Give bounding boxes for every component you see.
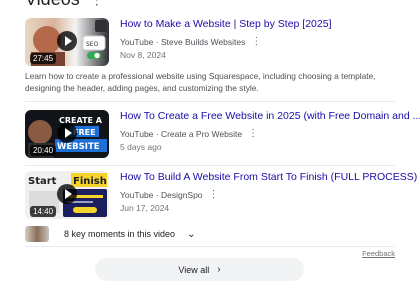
video-result-3[interactable]: Start Finish 14:40 How To Build A Websit… (25, 171, 417, 219)
videos-section-header: Videos ⋮ (25, 0, 104, 10)
feedback-link[interactable]: Feedback (362, 249, 395, 258)
video-date: Nov 8, 2024 (120, 50, 166, 60)
video-title-link[interactable]: How To Build A Website From Start To Fin… (120, 171, 417, 183)
video-thumbnail[interactable]: CREATE A FREE WEBSITE 20:40 (25, 110, 109, 158)
divider (25, 101, 395, 102)
video-title-link[interactable]: How to Make a Website | Step by Step [20… (120, 18, 331, 30)
video-source: YouTube · Steve Builds Websites ⋮ (120, 36, 261, 47)
chevron-down-icon[interactable]: ⌄ (187, 229, 195, 240)
video-thumbnail[interactable]: SEO 27:45 (25, 18, 109, 66)
video-date: 5 days ago (120, 142, 162, 152)
duration-badge: 27:45 (30, 53, 57, 64)
chevron-right-icon: › (217, 264, 221, 275)
thumb-text-start: Start (28, 176, 57, 187)
more-options-icon[interactable]: ⋮ (90, 0, 104, 8)
key-moments-label: 8 key moments in this video (64, 229, 176, 239)
key-moment-thumbnail (25, 226, 49, 242)
video-thumbnail[interactable]: Start Finish 14:40 (25, 171, 109, 219)
thumb-text-finish: Finish (73, 176, 107, 187)
thumb-text-line-3: WEBSITE (57, 142, 100, 152)
duration-badge: 14:40 (30, 206, 57, 217)
divider (25, 165, 395, 166)
play-icon[interactable] (57, 123, 77, 143)
duration-badge: 20:40 (30, 145, 57, 156)
svg-text:SEO: SEO (86, 41, 99, 48)
divider (25, 246, 395, 247)
video-date: Jun 17, 2024 (120, 203, 170, 213)
video-channel: YouTube · Steve Builds Websites (120, 36, 246, 47)
more-options-icon[interactable]: ⋮ (251, 36, 261, 47)
video-description: Learn how to create a professional websi… (25, 71, 376, 93)
video-channel: YouTube · DesignSpo (120, 189, 203, 200)
video-source: YouTube · DesignSpo ⋮ (120, 189, 219, 200)
video-result-2[interactable]: CREATE A FREE WEBSITE 20:40 How To Creat… (25, 110, 420, 158)
view-all-button[interactable]: View all › (95, 258, 304, 281)
key-moments-toggle[interactable]: 8 key moments in this video ⌄ (25, 226, 195, 242)
video-title-link[interactable]: How To Create a Free Website in 2025 (wi… (120, 110, 420, 122)
more-options-icon[interactable]: ⋮ (248, 128, 258, 139)
video-channel: YouTube · Create a Pro Website (120, 128, 243, 139)
section-title: Videos (25, 0, 80, 10)
video-source: YouTube · Create a Pro Website ⋮ (120, 128, 258, 139)
view-all-label: View all (178, 264, 210, 275)
video-result-1[interactable]: SEO 27:45 How to Make a Website | Step b… (25, 18, 395, 66)
play-icon[interactable] (57, 31, 77, 51)
more-options-icon[interactable]: ⋮ (209, 189, 219, 200)
play-icon[interactable] (57, 184, 77, 204)
